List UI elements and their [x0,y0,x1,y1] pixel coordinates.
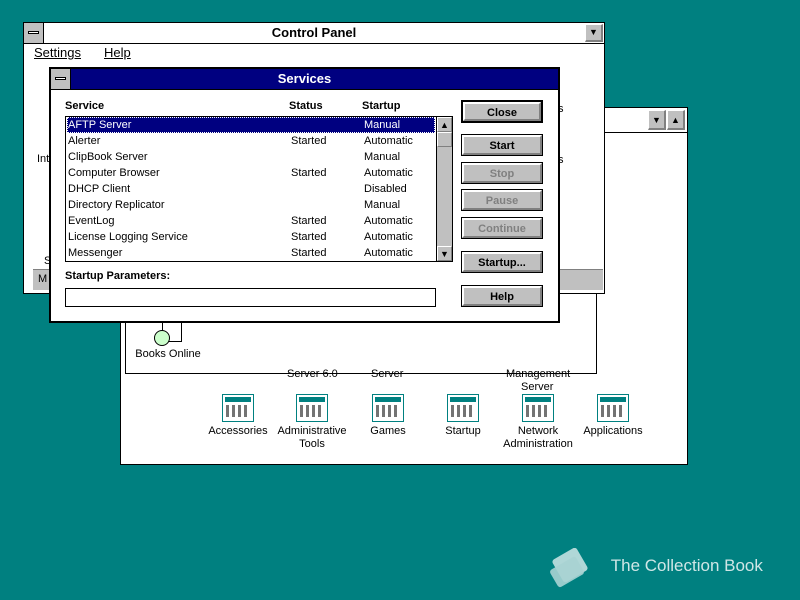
partial-label-int: Int [37,153,50,165]
status-text: M [38,273,48,285]
minimize-button[interactable]: ▼ [648,110,666,130]
watermark-text: The Collection Book [610,556,763,575]
control-panel-titlebar[interactable]: Control Panel [24,23,604,44]
list-item[interactable]: DHCP Client Disabled [67,181,435,197]
program-group-icon [372,394,404,422]
partial-label-3: Management [506,368,571,380]
group-label: Accessories [208,425,268,437]
program-group-icon [522,394,554,422]
service-startup: Manual [364,199,401,211]
service-status: Started [291,215,327,227]
service-startup: Automatic [364,247,413,259]
service-name: Messenger [68,247,123,259]
column-header-startup: Startup [362,100,401,112]
list-item[interactable]: Messenger Started Automatic [67,245,435,261]
service-name: ClipBook Server [68,151,148,163]
scroll-thumb[interactable] [437,132,452,147]
group-label-line1: Administrative [277,425,347,437]
services-title: Services [277,71,332,86]
pause-button[interactable]: Pause [461,189,543,211]
watermark: The Collection Book [548,547,763,588]
menu-settings[interactable]: Settings [34,45,81,60]
startup-button[interactable]: Startup... [461,251,543,273]
books-online-item[interactable]: Books Online [123,318,213,361]
list-item[interactable]: ClipBook Server Manual [67,149,435,165]
close-button[interactable]: Close [461,100,543,123]
program-group-icon [447,394,479,422]
service-name: DHCP Client [68,183,131,195]
group-label: Startup [445,425,481,437]
group-label: Games [370,425,406,437]
program-group-icon [222,394,254,422]
services-scrollbar[interactable]: ▲ ▼ [436,117,452,261]
startup-parameters-label: Startup Parameters: [65,270,171,282]
service-startup: Automatic [364,231,413,243]
column-header-service: Service [65,100,105,112]
partial-label-4: Server [521,381,554,393]
group-label-line2: Tools [299,438,325,450]
system-menu-icon[interactable] [24,23,44,43]
menu-help[interactable]: Help [104,45,131,60]
startup-parameters-input[interactable] [65,288,436,307]
service-startup: Automatic [364,167,413,179]
scroll-up-icon[interactable]: ▲ [437,117,452,132]
program-group-icon [597,394,629,422]
maximize-button[interactable]: ▲ [667,110,685,130]
system-menu-icon[interactable] [51,69,71,89]
services-list[interactable]: AFTP Server Manual Alerter Started Autom… [65,116,453,262]
group-label-line1: Network [517,425,559,437]
service-startup: Automatic [364,135,413,147]
minimize-button[interactable]: ▼ [585,24,603,42]
control-panel-menubar: Settings Help [24,43,604,63]
service-status: Started [291,135,327,147]
service-name: Alerter [68,135,101,147]
stop-button[interactable]: Stop [461,162,543,184]
list-item[interactable]: Computer Browser Started Automatic [67,165,435,181]
group-label: Applications [583,425,643,437]
service-status: Started [291,167,327,179]
list-item[interactable]: License Logging Service Started Automati… [67,229,435,245]
services-dialog: Services Service Status Startup AFTP Ser… [49,67,560,323]
list-item[interactable]: Alerter Started Automatic [67,133,435,149]
service-status: Started [291,231,327,243]
start-button[interactable]: Start [461,134,543,156]
partial-label-2: Server [371,368,404,380]
group-label-line2: Administration [503,438,573,450]
group-applications[interactable]: Applications [568,394,658,438]
partial-label-1: Server 6.0 [287,368,338,380]
service-name: AFTP Server [68,119,132,131]
service-name: License Logging Service [68,231,188,243]
service-name: Directory Replicator [68,199,165,211]
scroll-down-icon[interactable]: ▼ [437,246,452,261]
continue-button[interactable]: Continue [461,217,543,239]
service-startup: Disabled [364,183,407,195]
service-status: Started [291,247,327,259]
service-startup: Manual [364,151,401,163]
service-startup: Automatic [364,215,413,227]
column-header-status: Status [289,100,323,112]
list-item[interactable]: AFTP Server Manual [67,117,435,133]
help-button[interactable]: Help [461,285,543,307]
service-startup: Manual [364,119,401,131]
list-item[interactable]: EventLog Started Automatic [67,213,435,229]
services-titlebar[interactable]: Services [51,69,558,90]
list-item[interactable]: Directory Replicator Manual [67,197,435,213]
program-group-icon [296,394,328,422]
books-online-label: Books Online [135,348,201,360]
service-name: EventLog [68,215,115,227]
book-icon [548,547,588,588]
control-panel-title: Control Panel [271,25,357,40]
service-name: Computer Browser [68,167,160,179]
